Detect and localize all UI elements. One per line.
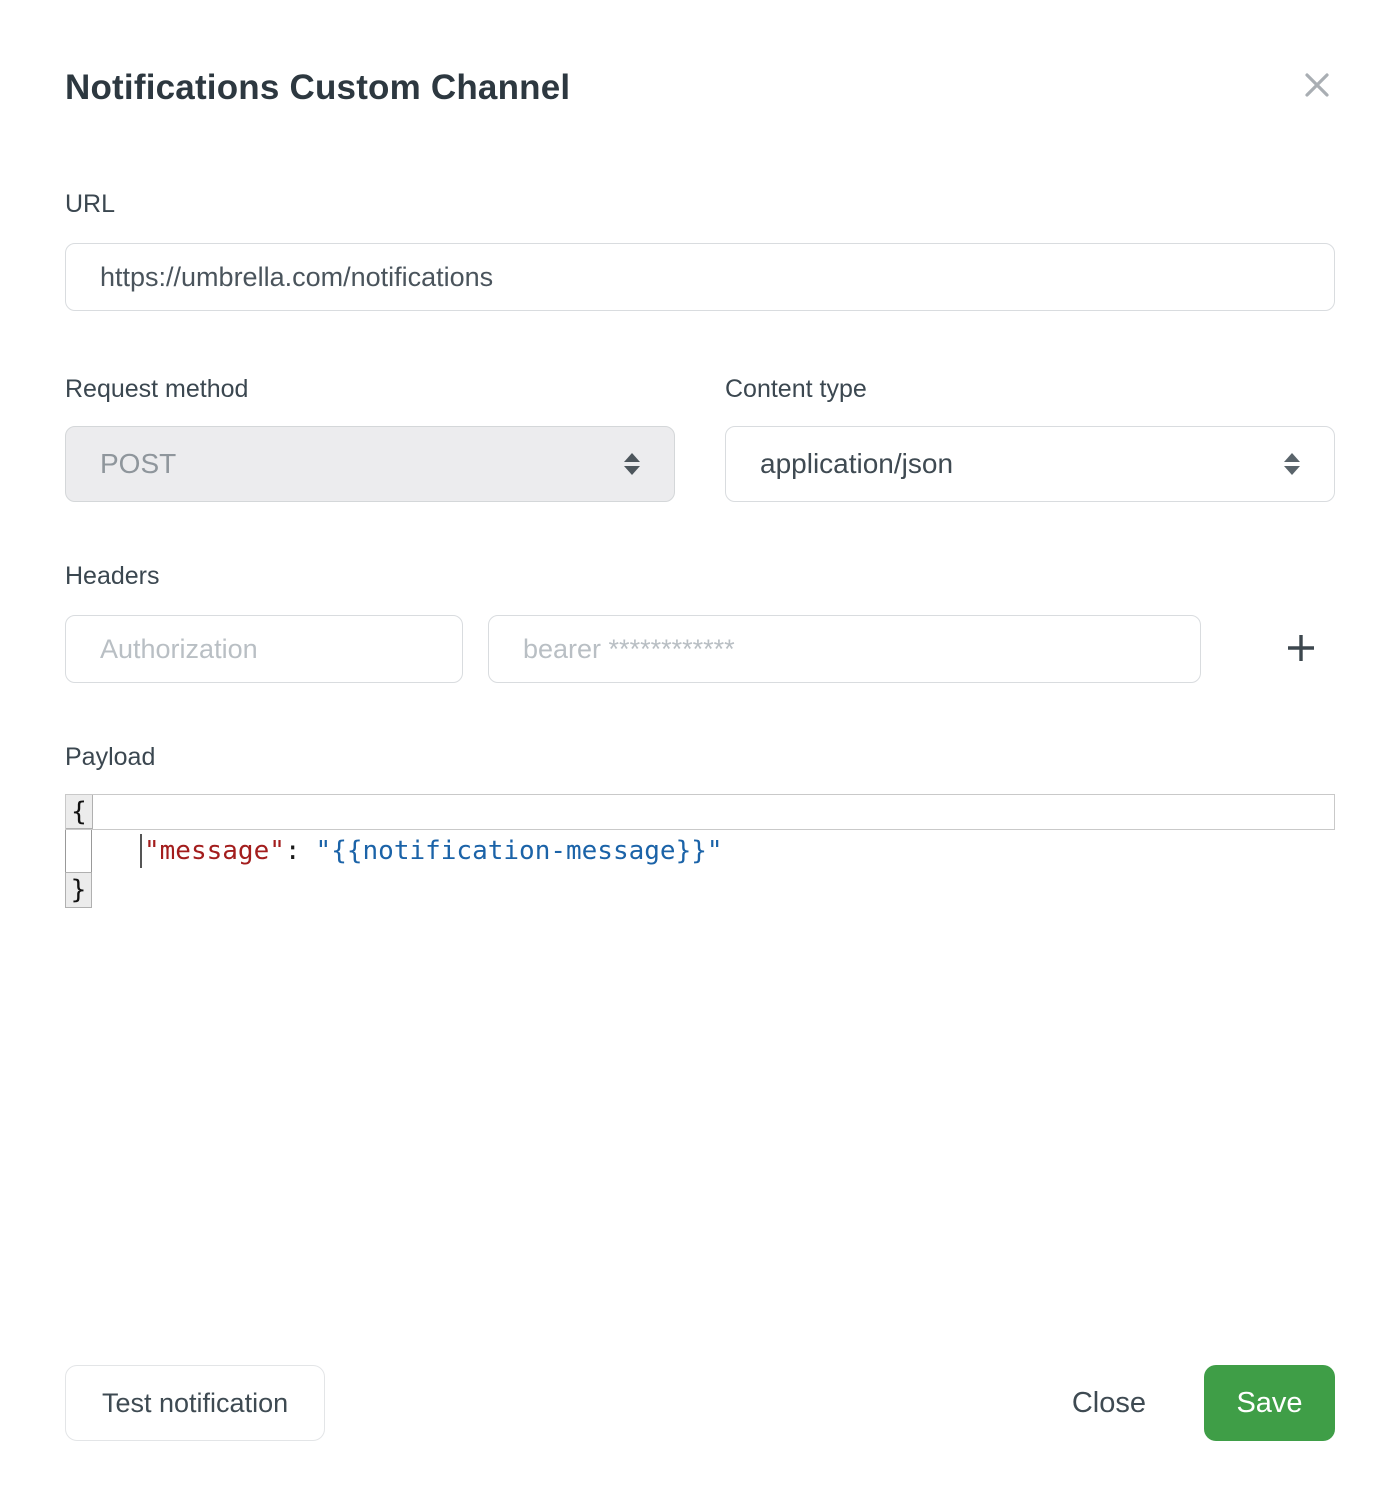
open-brace-highlight: { <box>66 795 93 829</box>
dialog-footer: Test notification Close Save <box>65 1365 1335 1441</box>
content-type-value: application/json <box>760 448 953 480</box>
dialog-header: Notifications Custom Channel <box>65 0 1335 108</box>
header-name-input[interactable] <box>65 615 463 683</box>
code-text: "message": "{{notification-message}}" <box>142 830 723 872</box>
select-arrows-icon <box>1284 453 1300 475</box>
request-method-group: Request method POST <box>65 375 675 502</box>
content-type-select[interactable]: application/json <box>725 426 1335 502</box>
url-input[interactable] <box>65 243 1335 311</box>
close-icon <box>1297 93 1337 108</box>
close-text-button[interactable]: Close <box>1072 1387 1146 1420</box>
headers-group: Headers <box>65 562 1335 683</box>
request-method-label: Request method <box>65 375 675 404</box>
method-content-row: Request method POST Content type applica… <box>65 375 1335 502</box>
add-header-button[interactable] <box>1279 627 1323 671</box>
select-arrows-icon <box>624 453 640 475</box>
plus-icon <box>1285 632 1317 667</box>
code-line-body: "message": "{{notification-message}}" <box>65 830 1335 872</box>
close-brace-highlight: } <box>65 872 92 908</box>
content-type-group: Content type application/json <box>725 375 1335 502</box>
url-label: URL <box>65 190 1335 219</box>
json-value: "{{notification-message}}" <box>316 836 723 866</box>
gutter-box <box>65 830 92 872</box>
json-colon: : <box>285 836 301 866</box>
headers-label: Headers <box>65 562 1335 591</box>
header-row <box>65 615 1335 683</box>
header-value-input[interactable] <box>488 615 1201 683</box>
test-notification-button[interactable]: Test notification <box>65 1365 325 1441</box>
payload-editor[interactable]: { "message": "{{notification-message}}" } <box>65 794 1335 908</box>
code-line-open: { <box>65 794 1335 830</box>
request-method-value: POST <box>100 448 176 480</box>
close-button[interactable] <box>1295 64 1339 108</box>
save-button[interactable]: Save <box>1204 1365 1335 1441</box>
dialog-title: Notifications Custom Channel <box>65 68 1335 108</box>
payload-label: Payload <box>65 743 1335 772</box>
content-type-label: Content type <box>725 375 1335 404</box>
notifications-custom-channel-dialog: Notifications Custom Channel URL Request… <box>0 0 1400 1508</box>
url-field-group: URL <box>65 190 1335 311</box>
payload-group: Payload { "message": "{{notification-mess… <box>65 743 1335 908</box>
json-key: "message" <box>144 836 285 866</box>
code-line-close: } <box>65 872 1335 908</box>
request-method-select[interactable]: POST <box>65 426 675 502</box>
